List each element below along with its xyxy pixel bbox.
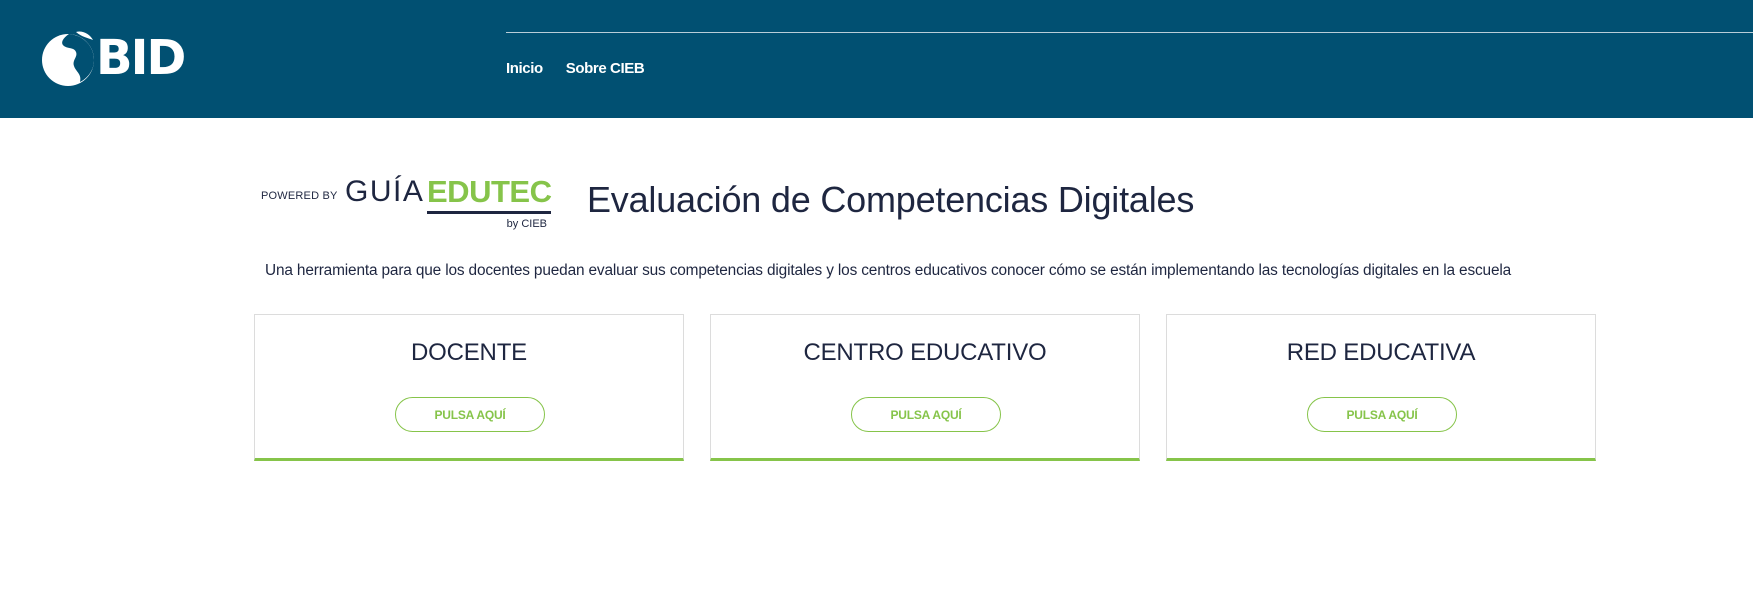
card-red-educativa: RED EDUCATIVA PULSA AQUÍ <box>1166 314 1596 461</box>
guia-label: GUÍA <box>345 175 425 208</box>
americas-globe-icon <box>42 31 94 86</box>
bid-logo[interactable]: BID <box>38 28 186 88</box>
edutec-label: EDUTEC <box>427 174 552 214</box>
card-title: RED EDUCATIVA <box>1286 339 1476 366</box>
docente-pulsa-aqui-button[interactable]: PULSA AQUÍ <box>395 397 545 432</box>
card-title: CENTRO EDUCATIVO <box>803 339 1047 366</box>
red-educativa-pulsa-aqui-button[interactable]: PULSA AQUÍ <box>1307 397 1457 432</box>
nav-inicio[interactable]: Inicio <box>506 60 543 77</box>
card-title: DOCENTE <box>411 339 527 366</box>
powered-by-label: POWERED BY <box>261 190 338 202</box>
centro-educativo-pulsa-aqui-button[interactable]: PULSA AQUÍ <box>851 397 1001 432</box>
guia-edutec-logo: POWERED BY GUÍA EDUTEC by CIEB <box>261 172 552 234</box>
header-divider <box>506 32 1753 33</box>
nav-sobre-cieb[interactable]: Sobre CIEB <box>566 60 645 77</box>
by-cieb-label: by CIEB <box>506 218 547 230</box>
page-title: Evaluación de Competencias Digitales <box>587 179 1195 220</box>
main-nav: Inicio Sobre CIEB <box>506 60 645 77</box>
card-centro-educativo: CENTRO EDUCATIVO PULSA AQUÍ <box>710 314 1140 461</box>
logo-text: BID <box>96 30 186 86</box>
site-header: BID Inicio Sobre CIEB <box>0 0 1753 118</box>
page-subtitle: Una herramienta para que los docentes pu… <box>265 262 1512 279</box>
card-docente: DOCENTE PULSA AQUÍ <box>254 314 684 461</box>
